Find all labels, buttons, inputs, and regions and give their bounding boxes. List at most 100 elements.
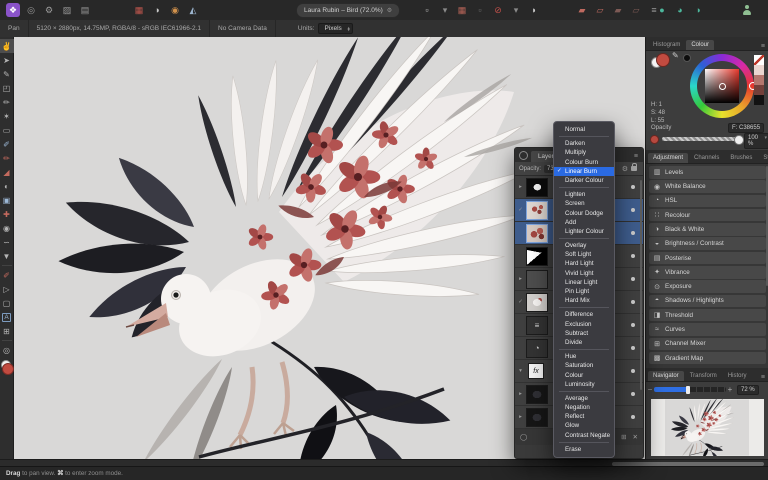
- move-tool[interactable]: ➤: [0, 53, 14, 67]
- menu-item-soft-light[interactable]: Soft Light: [554, 250, 614, 259]
- remove-layer-icon[interactable]: ✕: [633, 433, 638, 441]
- menu-item-divide[interactable]: Divide: [554, 338, 614, 347]
- horizontal-scrollbar-thumb[interactable]: [612, 461, 764, 466]
- menu-item-pin-light[interactable]: Pin Light: [554, 287, 614, 296]
- menu-item-contrast-negate[interactable]: Contrast Negate: [554, 431, 614, 440]
- tab-history[interactable]: History: [723, 371, 752, 381]
- tab-navigator[interactable]: Navigator: [648, 371, 684, 381]
- auto-levels-icon[interactable]: ▦: [132, 3, 146, 17]
- zoom-slider[interactable]: [654, 385, 726, 394]
- layer-red-sprig-thumbnail[interactable]: [526, 200, 548, 220]
- layer-red-flowers-thumbnail[interactable]: [526, 223, 548, 243]
- zoom-in-button[interactable]: +: [726, 385, 734, 394]
- menu-item-darker-colour[interactable]: Darker Colour: [554, 176, 614, 185]
- layer-colour-tag-icon[interactable]: ◯: [520, 433, 527, 441]
- adjustment-levels[interactable]: ▥ Levels: [649, 166, 766, 179]
- document-tab[interactable]: Laura Rubin – Bird (72.0%) ⚙: [296, 3, 401, 18]
- pixel-brush-tool[interactable]: ✏: [0, 151, 14, 165]
- move-mode-icon[interactable]: ▦: [455, 3, 469, 17]
- tone-mapping-persona[interactable]: ▨: [60, 3, 74, 17]
- layer-visibility-toggle[interactable]: [631, 346, 635, 350]
- layer-expand-icon[interactable]: ▸: [515, 391, 526, 397]
- insert-on-top-icon[interactable]: ◑: [691, 3, 705, 17]
- tab-stock[interactable]: Stock: [758, 153, 768, 163]
- adjustment-posterise[interactable]: ▤ Posterise: [649, 251, 766, 265]
- menu-item-lighter-colour[interactable]: Lighter Colour: [554, 227, 614, 236]
- layer-visibility-toggle[interactable]: [631, 185, 635, 189]
- menu-item-negation[interactable]: Negation: [554, 403, 614, 412]
- layer-visibility-toggle[interactable]: [631, 254, 635, 258]
- layer-visibility-toggle[interactable]: [631, 392, 635, 396]
- move-backward-icon[interactable]: ▰: [611, 3, 625, 17]
- assistant-icon[interactable]: ◗: [527, 3, 541, 17]
- layer-vector-circle-thumbnail[interactable]: ◔: [526, 338, 548, 358]
- menu-item-saturation[interactable]: Saturation: [554, 361, 614, 370]
- units-select[interactable]: Pixels: [318, 23, 353, 34]
- tab-channels[interactable]: Channels: [689, 153, 724, 163]
- menu-item-difference[interactable]: Difference: [554, 310, 614, 319]
- insert-behind-icon[interactable]: ◕: [673, 3, 687, 17]
- menu-item-erase[interactable]: Erase: [554, 445, 614, 454]
- adjustment-threshold[interactable]: ◨ Threshold: [649, 308, 766, 322]
- menu-item-vivid-light[interactable]: Vivid Light: [554, 269, 614, 278]
- menu-item-lighten[interactable]: Lighten: [554, 190, 614, 199]
- opacity-slider[interactable]: [662, 137, 738, 141]
- layer-visibility-toggle[interactable]: [631, 277, 635, 281]
- add-layer-icon[interactable]: ⊞: [621, 433, 626, 441]
- erase-brush-tool[interactable]: ◢: [0, 165, 14, 179]
- vector-brush-tool[interactable]: ✐: [0, 268, 14, 282]
- menu-item-reflect[interactable]: Reflect: [554, 412, 614, 421]
- adjustment-gradient-map[interactable]: ▩ Gradient Map: [649, 351, 766, 365]
- menu-item-multiply[interactable]: Multiply: [554, 148, 614, 157]
- tool-colour-well[interactable]: [0, 360, 14, 375]
- adjustment-brightness-contrast[interactable]: ◒ Brightness / Contrast: [649, 237, 766, 250]
- layer-expand-icon[interactable]: ▸: [515, 414, 526, 420]
- document-settings-icon[interactable]: ⚙: [387, 7, 392, 14]
- menu-item-colour-dodge[interactable]: Colour Dodge: [554, 209, 614, 218]
- opacity-slider-knob[interactable]: [734, 134, 744, 145]
- adjustment-curves[interactable]: ≈ Curves: [649, 323, 766, 336]
- opacity-value[interactable]: 100 %: [744, 133, 768, 149]
- adjustment-vibrance[interactable]: ✦ Vibrance: [649, 266, 766, 279]
- layer-expand-icon[interactable]: ▸: [515, 184, 526, 190]
- zoom-out-button[interactable]: −: [646, 385, 654, 394]
- menu-item-hard-mix[interactable]: Hard Mix: [554, 296, 614, 305]
- saturation-marker[interactable]: [719, 83, 726, 90]
- layer-leaves-2-thumbnail[interactable]: [526, 407, 548, 427]
- layer-visibility-toggle[interactable]: [631, 231, 635, 235]
- layer-wing-mask-thumbnail[interactable]: [526, 246, 548, 266]
- layers-panel-menu-icon[interactable]: ≡: [634, 153, 640, 162]
- primary-colour-swatch[interactable]: [656, 53, 670, 67]
- adjustment-black-white[interactable]: ◑ Black & White: [649, 223, 766, 236]
- snap-caret-icon[interactable]: ▾: [509, 3, 523, 17]
- menu-item-average[interactable]: Average: [554, 394, 614, 403]
- develop-persona[interactable]: ⚙: [42, 3, 56, 17]
- paint-brush-tool[interactable]: ✐: [0, 137, 14, 151]
- menu-item-overlay[interactable]: Overlay: [554, 241, 614, 250]
- adjustment-exposure[interactable]: ⊙ Exposure: [649, 280, 766, 293]
- zoom-tool[interactable]: ◎: [0, 343, 14, 357]
- layer-expand-icon[interactable]: ✓: [515, 299, 526, 305]
- layer-expand-icon[interactable]: ▸: [515, 276, 526, 282]
- menu-item-hue[interactable]: Hue: [554, 352, 614, 361]
- menu-item-subtract[interactable]: Subtract: [554, 329, 614, 338]
- insert-inside-icon[interactable]: ●: [655, 3, 669, 17]
- navigator-preview[interactable]: [651, 399, 764, 456]
- adjustment-white-balance[interactable]: ◉ White Balance: [649, 180, 766, 193]
- noise-swatch[interactable]: [683, 54, 691, 62]
- adjustment-shadows-highlights[interactable]: ◓ Shadows / Highlights: [649, 294, 766, 308]
- colour-panel-menu-icon[interactable]: ≡: [761, 43, 767, 50]
- menu-item-linear-light[interactable]: Linear Light: [554, 278, 614, 287]
- layers-colour-icon[interactable]: [519, 151, 528, 160]
- stamp-tool[interactable]: ▼: [0, 249, 14, 263]
- marquee-select-tool[interactable]: ▭: [0, 123, 14, 137]
- colour-picker-tool[interactable]: ✎: [0, 67, 14, 81]
- clone-stamp-tool[interactable]: ▣: [0, 193, 14, 207]
- view-tool[interactable]: ✌: [0, 39, 14, 53]
- menu-item-colour[interactable]: Colour: [554, 371, 614, 380]
- layer-bird-silhouette-thumbnail[interactable]: [526, 177, 548, 197]
- menu-item-normal[interactable]: Normal: [554, 125, 614, 134]
- layer-bird-thumbnail[interactable]: [526, 292, 548, 312]
- tab-transform[interactable]: Transform: [685, 371, 722, 381]
- menu-item-exclusion[interactable]: Exclusion: [554, 320, 614, 329]
